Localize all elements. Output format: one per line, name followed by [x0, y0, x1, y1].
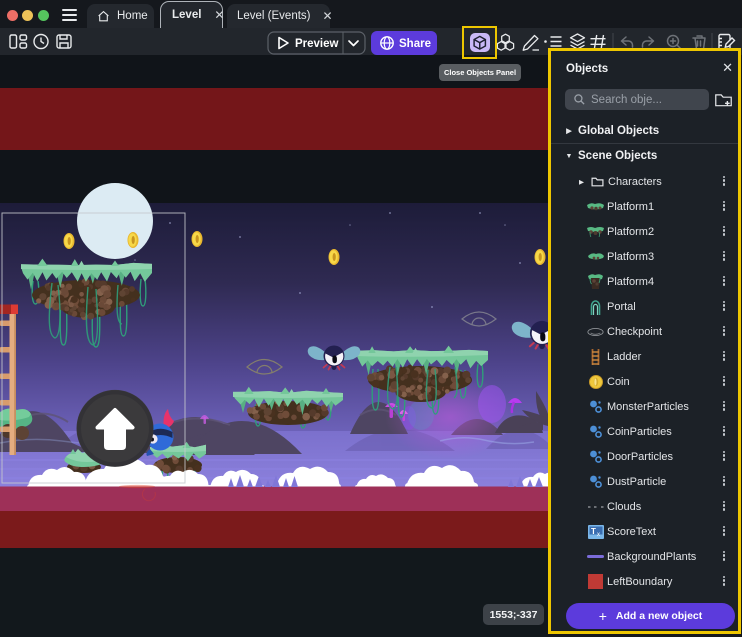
svg-text:Share: Share: [399, 38, 431, 50]
svg-text:Preview: Preview: [295, 38, 339, 50]
svg-text:T: T: [591, 527, 596, 536]
svg-text:x: x: [597, 532, 600, 538]
